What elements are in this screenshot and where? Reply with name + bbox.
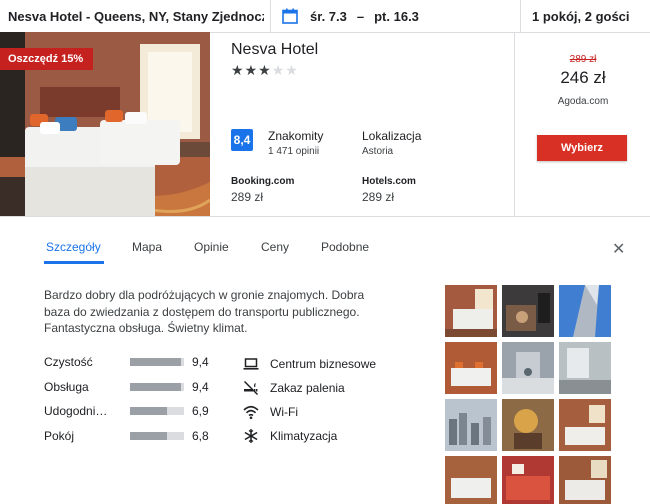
divider: [520, 0, 521, 32]
location-value: Astoria: [362, 146, 394, 157]
rating-value: 6,9: [192, 404, 209, 418]
divider: [514, 32, 515, 217]
discount-badge: Oszczędź 15%: [0, 48, 94, 70]
check-out-date: pt. 16.3: [374, 8, 419, 24]
rating-row: Pokój 6,8: [44, 427, 234, 452]
star-filled-icon: ★: [244, 62, 259, 78]
rating-row: Czystość 9,4: [44, 353, 234, 378]
gallery-photo[interactable]: [445, 456, 497, 504]
hotel-search-field[interactable]: Nesva Hotel - Queens, NY, Stany Zjednocz…: [8, 0, 264, 32]
category-ratings: Czystość 9,4 Obsługa 9,4 Udogodni… 6,9 P…: [44, 353, 234, 451]
hotel-search-text: Nesva Hotel - Queens, NY, Stany Zjednocz…: [8, 8, 264, 24]
gallery-photo[interactable]: [559, 399, 611, 451]
rating-value: 9,4: [192, 379, 209, 394]
amenity-label: Klimatyzacja: [270, 429, 338, 443]
gallery-photo[interactable]: [559, 285, 611, 337]
rating-bar: [130, 358, 184, 366]
rating-bar-fill: [130, 382, 181, 391]
divider: [270, 0, 271, 32]
gallery-image: [502, 285, 554, 337]
hotel-main-photo[interactable]: Oszczędź 15%: [0, 32, 210, 217]
guests-picker[interactable]: 1 pokój, 2 gości: [532, 0, 650, 32]
tab-similar[interactable]: Podobne: [321, 240, 369, 254]
tab-map[interactable]: Mapa: [132, 240, 162, 254]
original-price: 289 zł: [569, 54, 597, 65]
gallery-photo[interactable]: [445, 285, 497, 337]
gallery-image: [559, 285, 611, 337]
star-empty-icon: ★: [285, 62, 299, 78]
gallery-photo[interactable]: [559, 342, 611, 394]
amenity-label: Zakaz palenia: [270, 381, 345, 395]
rating-row: Udogodni… 6,9: [44, 402, 234, 427]
provider-price: 289 zł: [362, 190, 395, 204]
guests-text: 1 pokój, 2 gości: [532, 8, 630, 24]
gallery-photo[interactable]: [502, 285, 554, 337]
hotel-card: Oszczędź 15% Nesva Hotel ★★★★★ 8,4 Znako…: [0, 32, 650, 217]
rating-category: Obsługa: [44, 379, 89, 394]
rating-row: Obsługa 9,4: [44, 378, 234, 403]
rating-category: Pokój: [44, 428, 75, 443]
gallery-image: [502, 456, 554, 504]
star-filled-icon: ★: [231, 62, 245, 78]
tab-reviews[interactable]: Opinie: [194, 240, 229, 254]
rating-category: Udogodni…: [44, 404, 108, 418]
gallery-image: [445, 285, 497, 337]
no-smoking-icon: [243, 380, 259, 396]
hotel-stars: ★★★★★: [231, 62, 299, 79]
star-filled-icon: ★: [258, 62, 272, 78]
provider-name[interactable]: Hotels.com: [362, 176, 416, 187]
date-dash: –: [356, 8, 365, 24]
amenity-label: Wi-Fi: [270, 405, 298, 419]
price-source: Agoda.com: [557, 96, 609, 107]
rating-bar-fill: [130, 407, 168, 415]
gallery-image: [502, 342, 554, 394]
gallery-image: [445, 342, 497, 394]
select-button[interactable]: Wybierz: [537, 135, 627, 161]
check-in-date: śr. 7.3: [310, 8, 347, 24]
laptop-icon: [243, 358, 259, 370]
gallery-photo[interactable]: [559, 456, 611, 504]
gallery-image: [559, 399, 611, 451]
gallery-photo[interactable]: [502, 456, 554, 504]
gallery-photo[interactable]: [445, 399, 497, 451]
location-label: Lokalizacja: [362, 129, 422, 143]
gallery-photo[interactable]: [445, 342, 497, 394]
hotel-description: Bardzo dobry dla podróżujących w gronie …: [44, 288, 365, 335]
rating-category: Czystość: [44, 355, 93, 369]
hotel-name[interactable]: Nesva Hotel: [231, 41, 318, 59]
gallery-image: [445, 456, 497, 504]
gallery-photo[interactable]: [502, 399, 554, 451]
wifi-icon: [243, 405, 259, 420]
review-count[interactable]: 1 471 opinii: [268, 146, 319, 157]
gallery-photo[interactable]: [502, 342, 554, 394]
rating-bar: [130, 407, 184, 415]
active-tab-indicator: [44, 261, 104, 264]
rating-bar-fill: [130, 431, 167, 440]
rating-bar-fill: [130, 358, 181, 366]
rating-value: 6,8: [192, 428, 209, 443]
provider-price: 289 zł: [231, 190, 264, 204]
rating-label: Znakomity: [268, 129, 324, 143]
gallery-image: [502, 399, 554, 451]
tab-prices[interactable]: Ceny: [261, 240, 289, 254]
amenity-label: Centrum biznesowe: [270, 357, 377, 371]
date-picker[interactable]: śr. 7.3 – pt. 16.3: [282, 0, 512, 32]
star-empty-icon: ★: [271, 62, 286, 78]
rating-value: 9,4: [192, 355, 209, 369]
provider-name[interactable]: Booking.com: [231, 176, 294, 187]
detail-tabs: Szczegóły Mapa Opinie Ceny Podobne ✕: [0, 217, 650, 265]
search-bar: Nesva Hotel - Queens, NY, Stany Zjednocz…: [0, 0, 650, 33]
close-icon[interactable]: ✕: [612, 239, 625, 259]
calendar-icon: [282, 8, 298, 24]
tab-details[interactable]: Szczegóły: [46, 240, 101, 254]
gallery-image: [445, 399, 497, 451]
rating-bar: [130, 382, 184, 391]
gallery-image: [559, 456, 611, 504]
rating-score-badge: 8,4: [231, 129, 253, 151]
discounted-price: 246 zł: [560, 68, 606, 87]
snowflake-icon: [244, 429, 258, 443]
gallery-image: [559, 342, 611, 394]
rating-bar: [130, 431, 184, 440]
